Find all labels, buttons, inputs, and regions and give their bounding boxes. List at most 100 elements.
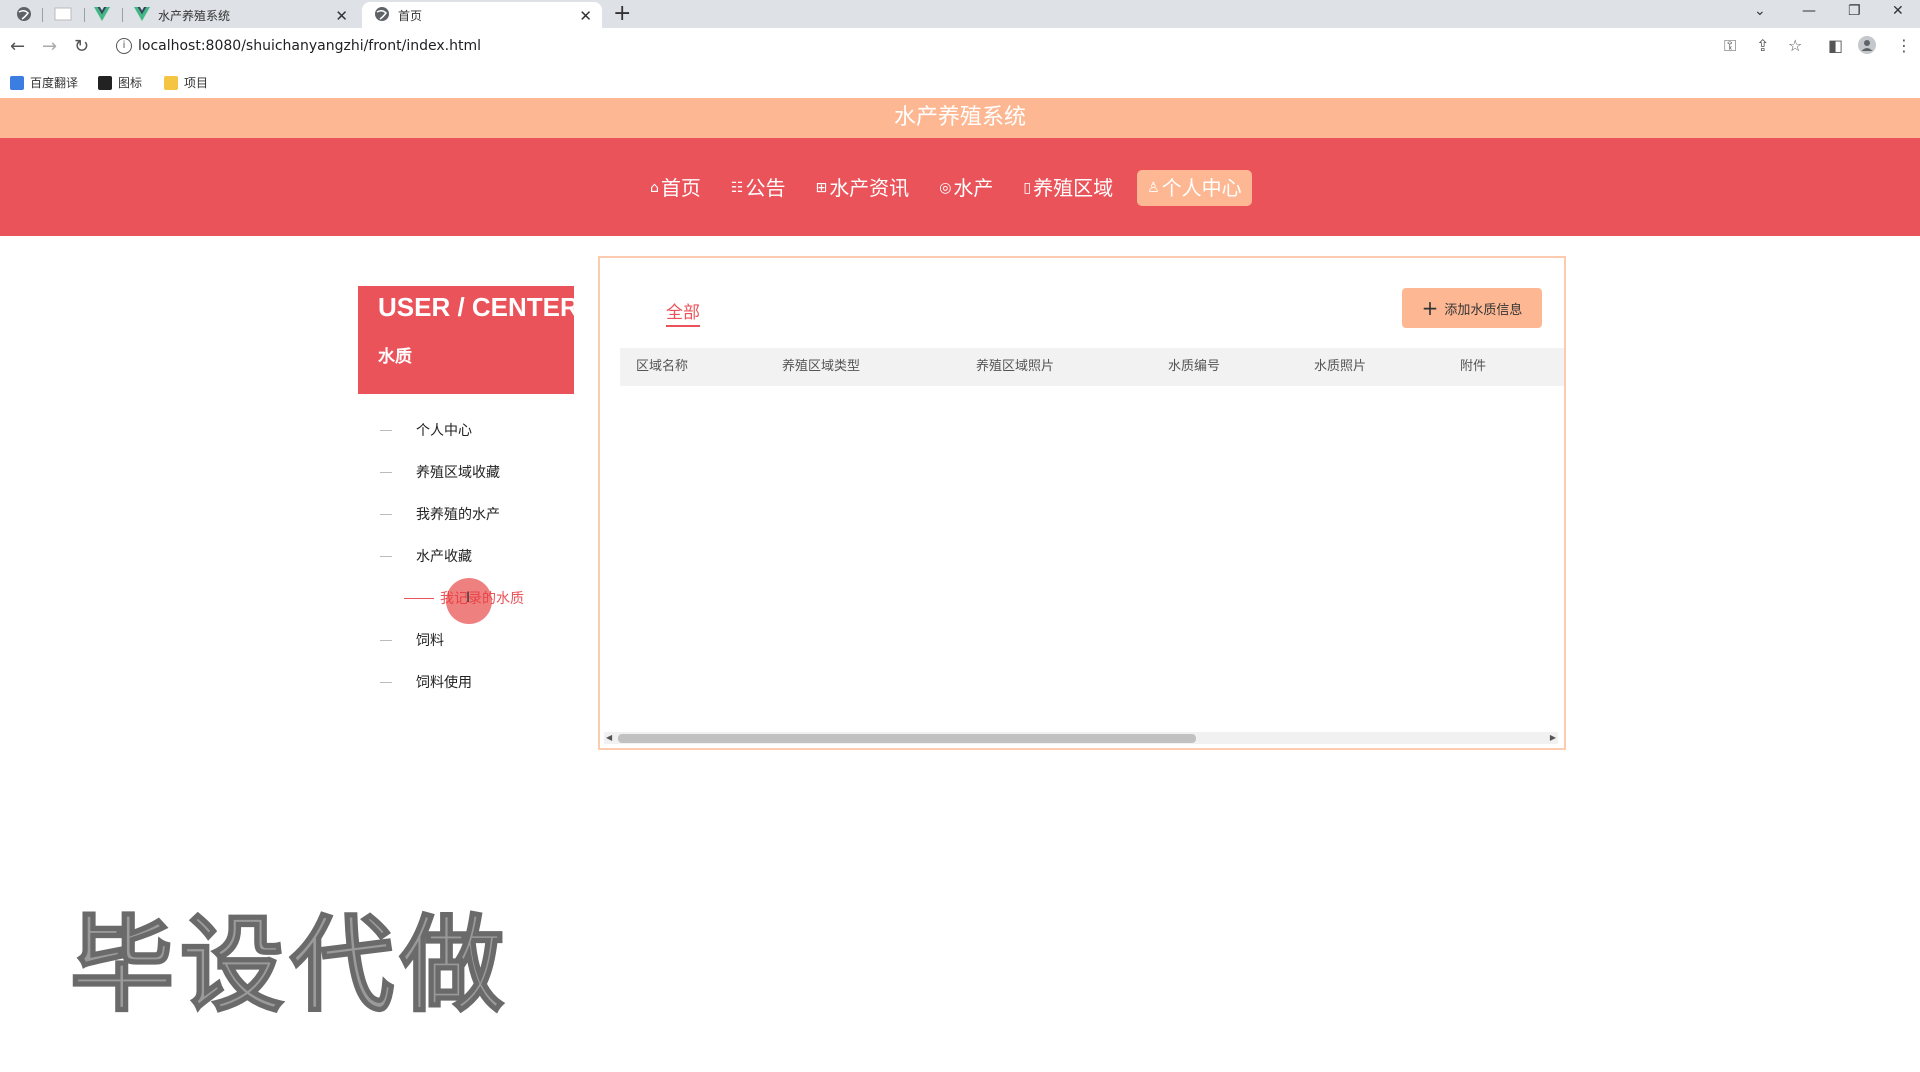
area-icon: ▯ (1023, 180, 1032, 196)
watermark-text: 毕设代做 (69, 903, 511, 1027)
side-item-personal-center[interactable]: 个人中心 (380, 420, 472, 440)
bookmark-label: 百度翻译 (30, 76, 79, 90)
profile-icon[interactable] (1858, 36, 1876, 58)
column-header: 养殖区域照片 (976, 359, 1055, 374)
scrollbar-thumb[interactable] (618, 734, 1196, 743)
side-item-my-aquatic[interactable]: 我养殖的水产 (380, 504, 500, 524)
blank-page-icon[interactable] (50, 2, 76, 26)
browser-toolbar: ← → ↻ i localhost:8080/shuichanyangzhi/f… (0, 28, 1920, 68)
vue-icon[interactable] (90, 2, 114, 26)
tab-all[interactable]: 全部 (666, 298, 700, 327)
folder-icon (164, 75, 178, 90)
column-header: 养殖区域类型 (782, 359, 861, 374)
globe-icon[interactable] (12, 2, 36, 26)
text-cursor-icon: I (466, 590, 471, 606)
column-header: 水质编号 (1168, 359, 1221, 374)
nav-home[interactable]: ⌂ 首页 (644, 170, 707, 206)
dash-icon (380, 555, 392, 557)
bookmark-label: 项目 (184, 76, 209, 90)
side-panel-icon[interactable]: ◧ (1828, 36, 1843, 55)
nav-label: 养殖区域 (1033, 176, 1114, 200)
nav-label: 公告 (745, 176, 786, 200)
side-item-label: 饲料 (416, 633, 444, 649)
user-center-header: USER / CENTER 水质 (358, 286, 579, 394)
nav-breeding-area[interactable]: ▯ 养殖区域 (1017, 170, 1119, 206)
dash-icon (380, 513, 392, 515)
tab-shuichan-system[interactable]: 水产养殖系统 ✕ (130, 2, 358, 28)
chevron-down-icon[interactable]: ⌄ (1754, 3, 1766, 19)
grid-icon: ⊞ (815, 180, 828, 196)
globe-icon (374, 6, 390, 25)
horizontal-scrollbar[interactable]: ◀ ▶ (604, 732, 1558, 744)
column-header: 水质照片 (1314, 359, 1367, 374)
tab-title: 水产养殖系统 (158, 8, 231, 23)
restore-icon[interactable]: ❐ (1848, 3, 1861, 19)
nav-label: 水产资讯 (829, 176, 910, 200)
add-water-quality-button[interactable]: + 添加水质信息 (1402, 288, 1542, 328)
side-item-feed[interactable]: 饲料 (380, 630, 444, 650)
nav-notice[interactable]: ☷ 公告 (725, 170, 792, 206)
bookmark-project[interactable]: 项目 (164, 74, 208, 91)
nav-aquatic[interactable]: ◎ 水产 (933, 170, 999, 206)
menu-dots-icon[interactable]: ⋮ (1896, 36, 1912, 55)
new-tab-icon[interactable]: + (613, 1, 631, 26)
side-item-label: 个人中心 (416, 423, 472, 439)
tab-home[interactable]: 首页 ✕ (362, 2, 602, 28)
bookmark-baidu-translate[interactable]: 百度翻译 (10, 74, 78, 91)
tab-separator (42, 8, 43, 22)
address-bar[interactable]: i localhost:8080/shuichanyangzhi/front/i… (104, 32, 1804, 62)
vue-icon (134, 6, 150, 24)
fish-icon: ◎ (939, 180, 952, 196)
dash-icon (380, 681, 392, 683)
dash-icon (380, 429, 392, 431)
side-item-aquatic-favorites[interactable]: 水产收藏 (380, 546, 472, 566)
tab-separator (84, 8, 85, 22)
column-header: 区域名称 (636, 359, 689, 374)
nav-label: 水产 (953, 176, 994, 200)
side-item-label: 饲料使用 (416, 675, 472, 691)
water-quality-panel: 全部 + 添加水质信息 区域名称 养殖区域类型 养殖区域照片 水质编号 水质照片… (598, 256, 1566, 750)
tab-title: 首页 (398, 8, 423, 23)
nav-items: ⌂ 首页 ☷ 公告 ⊞ 水产资讯 ◎ 水产 ▯ 养殖区域 ♙ 个人中心 (644, 170, 1270, 206)
main-navbar: ⌂ 首页 ☷ 公告 ⊞ 水产资讯 ◎ 水产 ▯ 养殖区域 ♙ 个人中心 (0, 138, 1920, 236)
bookmark-label: 图标 (118, 76, 143, 90)
side-item-area-favorites[interactable]: 养殖区域收藏 (380, 462, 500, 482)
minimize-icon[interactable]: — (1802, 3, 1816, 19)
side-item-label: 养殖区域收藏 (416, 465, 500, 481)
close-icon[interactable]: ✕ (335, 7, 348, 25)
browser-tab-strip: 水产养殖系统 ✕ 首页 ✕ + ⌄ — ❐ ✕ (0, 0, 1920, 28)
url-text[interactable]: localhost:8080/shuichanyangzhi/front/ind… (138, 38, 481, 54)
user-icon: ♙ (1147, 180, 1160, 196)
image-icon (98, 75, 112, 90)
dash-icon (404, 597, 434, 599)
nav-news[interactable]: ⊞ 水产资讯 (809, 170, 915, 206)
key-icon[interactable]: ⚿ (1724, 36, 1736, 56)
reload-icon[interactable]: ↻ (74, 36, 89, 57)
window-close-icon[interactable]: ✕ (1892, 3, 1904, 19)
info-icon[interactable]: i (116, 38, 132, 54)
dash-icon (380, 471, 392, 473)
user-center-subtitle: 水质 (378, 347, 412, 367)
add-button-label: 添加水质信息 (1444, 302, 1523, 318)
back-icon[interactable]: ← (10, 36, 25, 57)
scroll-left-icon[interactable]: ◀ (606, 732, 612, 744)
tab-separator (122, 8, 123, 22)
site-title: 水产养殖系统 (0, 98, 1920, 138)
column-header: 附件 (1460, 359, 1487, 374)
nav-label: 首页 (660, 176, 701, 200)
table-header: 区域名称 养殖区域类型 养殖区域照片 水质编号 水质照片 附件 (620, 348, 1564, 386)
scroll-right-icon[interactable]: ▶ (1550, 732, 1556, 744)
side-item-feed-usage[interactable]: 饲料使用 (380, 672, 472, 692)
plus-icon: + (1421, 296, 1439, 320)
share-icon[interactable]: ⇪ (1756, 36, 1769, 55)
nav-label: 个人中心 (1161, 176, 1242, 200)
side-item-label: 水产收藏 (416, 549, 472, 565)
forward-icon[interactable]: → (42, 36, 57, 57)
bookmarks-bar: 百度翻译 图标 项目 (0, 68, 1920, 99)
nav-user-center[interactable]: ♙ 个人中心 (1137, 170, 1252, 206)
star-icon[interactable]: ☆ (1788, 36, 1802, 55)
side-item-label: 我养殖的水产 (416, 507, 500, 523)
notice-icon: ☷ (730, 180, 744, 196)
bookmark-icons[interactable]: 图标 (98, 74, 142, 91)
close-icon[interactable]: ✕ (579, 7, 592, 25)
